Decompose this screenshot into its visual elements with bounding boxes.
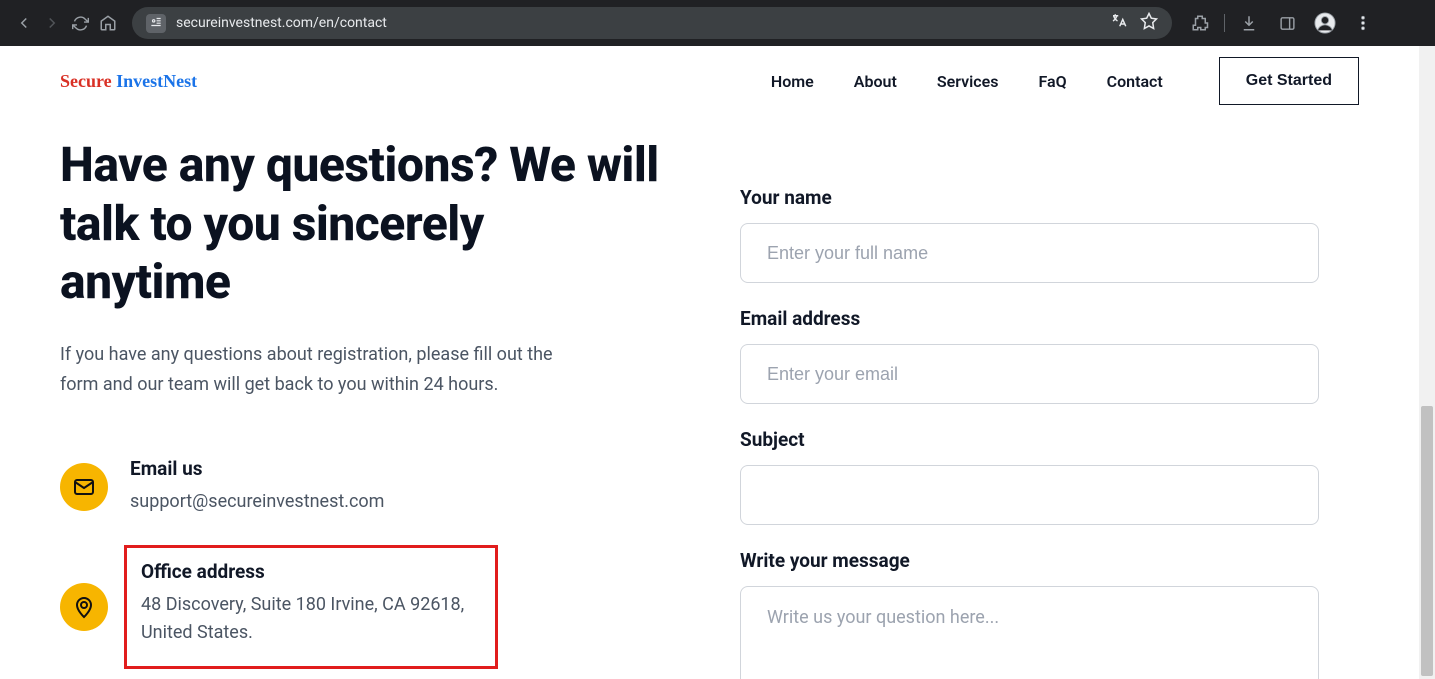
address-value: 48 Discovery, Suite 180 Irvine, CA 92618…	[141, 591, 481, 649]
get-started-button[interactable]: Get Started	[1219, 57, 1359, 105]
nav-about[interactable]: About	[854, 72, 897, 91]
contact-address-row: Office address 48 Discovery, Suite 180 I…	[60, 545, 660, 670]
menu-dots-icon[interactable]	[1349, 9, 1377, 37]
site-header: Secure InvestNest Home About Services Fa…	[0, 46, 1419, 116]
message-textarea[interactable]	[740, 586, 1319, 679]
name-input[interactable]	[740, 223, 1319, 283]
subject-input[interactable]	[740, 465, 1319, 525]
page-heading: Have any questions? We will talk to you …	[60, 136, 660, 312]
logo-part1: Secure	[60, 71, 112, 91]
reload-button[interactable]	[66, 9, 94, 37]
logo-part2: InvestNest	[112, 71, 198, 91]
message-label: Write your message	[740, 549, 1319, 572]
toolbar-divider	[1224, 14, 1225, 32]
mail-icon	[60, 463, 108, 511]
downloads-icon[interactable]	[1235, 9, 1263, 37]
nav-faq[interactable]: FaQ	[1038, 72, 1066, 91]
site-info-icon[interactable]	[146, 14, 166, 33]
scrollbar-thumb[interactable]	[1421, 406, 1433, 676]
page-content: Secure InvestNest Home About Services Fa…	[0, 46, 1419, 679]
bookmark-star-icon[interactable]	[1140, 12, 1158, 34]
nav-contact[interactable]: Contact	[1107, 72, 1163, 91]
site-logo[interactable]: Secure InvestNest	[60, 71, 197, 92]
address-highlight-box: Office address 48 Discovery, Suite 180 I…	[124, 545, 498, 670]
forward-button[interactable]	[38, 9, 66, 37]
url-text: secureinvestnest.com/en/contact	[176, 15, 387, 31]
email-value: support@secureinvestnest.com	[130, 488, 384, 517]
left-column: Have any questions? We will talk to you …	[60, 136, 700, 679]
email-label: Email us	[130, 457, 384, 480]
profile-avatar[interactable]	[1311, 9, 1339, 37]
location-pin-icon	[60, 583, 108, 631]
address-label: Office address	[141, 560, 481, 583]
home-button[interactable]	[94, 9, 122, 37]
side-panel-icon[interactable]	[1273, 9, 1301, 37]
vertical-scrollbar[interactable]	[1419, 46, 1435, 679]
nav-services[interactable]: Services	[937, 72, 999, 91]
email-field-label: Email address	[740, 307, 1319, 330]
email-input[interactable]	[740, 344, 1319, 404]
extensions-icon[interactable]	[1186, 9, 1214, 37]
nav-home[interactable]: Home	[771, 72, 814, 91]
subject-label: Subject	[740, 428, 1319, 451]
page-subtext: If you have any questions about registra…	[60, 340, 580, 401]
right-column-form: Your name Email address Subject Write yo…	[700, 136, 1359, 679]
browser-toolbar: secureinvestnest.com/en/contact	[0, 0, 1435, 46]
address-bar[interactable]: secureinvestnest.com/en/contact	[132, 7, 1172, 39]
translate-icon[interactable]	[1110, 12, 1128, 34]
contact-email-row: Email us support@secureinvestnest.com	[60, 457, 660, 517]
back-button[interactable]	[10, 9, 38, 37]
name-label: Your name	[740, 186, 1319, 209]
nav-links: Home About Services FaQ Contact	[771, 72, 1163, 91]
